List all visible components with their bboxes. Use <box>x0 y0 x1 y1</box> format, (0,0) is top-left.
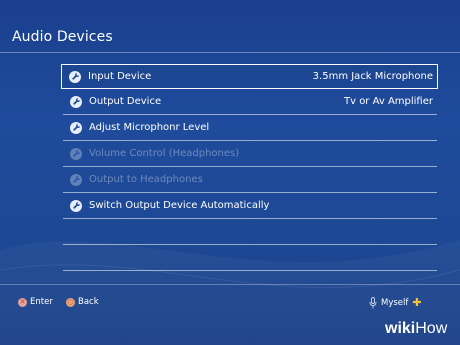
menu-item-output-device[interactable]: Output Device Tv or Av Amplifier <box>63 89 437 115</box>
menu-item-value: Tv or Av Amplifier <box>343 96 433 107</box>
enter-hint: ✕ Enter <box>18 297 53 307</box>
menu-item-label: Adjust Microphonr Level <box>89 122 210 133</box>
title-divider <box>0 52 460 53</box>
menu-empty-row <box>63 219 437 245</box>
watermark-part1: wiki <box>385 320 416 337</box>
wrench-icon <box>69 70 81 83</box>
microphone-icon <box>369 296 377 308</box>
back-hint: ○ Back <box>66 297 99 307</box>
wrench-icon <box>70 173 82 186</box>
wrench-icon <box>70 95 82 108</box>
menu-item-adjust-mic-level[interactable]: Adjust Microphonr Level <box>63 115 437 141</box>
cross-button-icon: ✕ <box>18 297 27 307</box>
menu-item-volume-control: Volume Control (Headphones) <box>63 141 437 167</box>
playstation-plus-icon: ✚ <box>412 296 422 309</box>
enter-label: Enter <box>30 297 53 307</box>
menu-item-label: Output Device <box>89 96 162 107</box>
watermark-part2: How <box>415 320 448 337</box>
user-indicator: Myself ✚ <box>369 296 422 309</box>
menu-item-label: Switch Output Device Automatically <box>89 200 270 211</box>
menu-item-output-to-headphones: Output to Headphones <box>63 167 437 193</box>
menu-item-value: 3.5mm Jack Microphone <box>312 71 433 82</box>
menu-empty-row <box>63 245 437 271</box>
user-name: Myself <box>381 297 409 308</box>
back-label: Back <box>78 297 99 307</box>
wrench-icon <box>70 199 82 212</box>
menu-item-switch-output-auto[interactable]: Switch Output Device Automatically <box>63 193 437 219</box>
circle-button-icon: ○ <box>66 297 75 307</box>
settings-menu: Input Device 3.5mm Jack Microphone Outpu… <box>61 64 438 271</box>
wrench-icon <box>70 121 82 134</box>
footer-divider <box>0 284 460 285</box>
menu-item-label: Volume Control (Headphones) <box>89 148 240 159</box>
menu-item-label: Output to Headphones <box>89 174 203 185</box>
wikihow-watermark: wikiHow <box>385 320 447 338</box>
page-title: Audio Devices <box>12 29 113 45</box>
wrench-icon <box>70 147 82 160</box>
menu-item-input-device[interactable]: Input Device 3.5mm Jack Microphone <box>61 64 438 89</box>
menu-item-label: Input Device <box>88 71 152 82</box>
